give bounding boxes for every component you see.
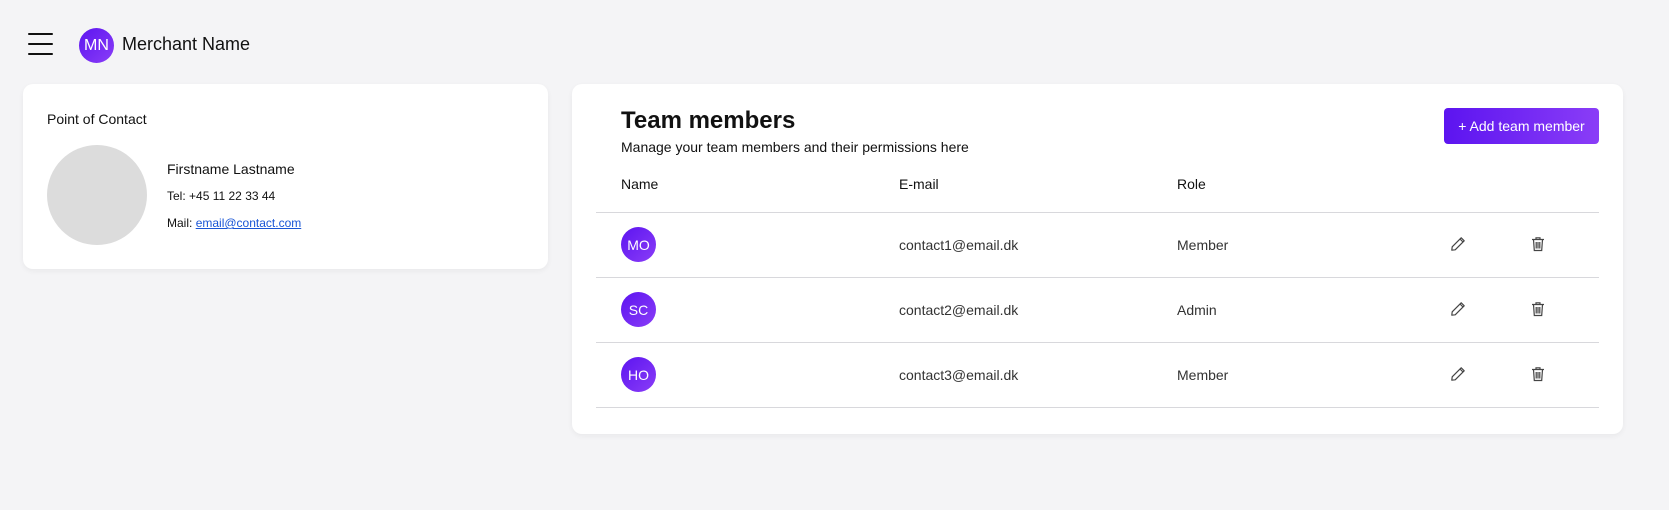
member-email: contact1@email.dk [899, 237, 1019, 253]
column-header-name: Name [621, 176, 659, 192]
contact-phone-label: Tel: [167, 189, 186, 203]
member-email: contact3@email.dk [899, 367, 1019, 383]
table-row: HO contact3@email.dk Member [596, 343, 1599, 407]
pencil-icon [1451, 302, 1465, 316]
member-avatar: SC [621, 292, 656, 327]
point-of-contact-card: Point of Contact Firstname Lastname Tel:… [23, 84, 548, 269]
edit-member-button[interactable] [1448, 234, 1468, 254]
pencil-icon [1451, 367, 1465, 381]
delete-member-button[interactable] [1528, 299, 1548, 319]
edit-member-button[interactable] [1448, 364, 1468, 384]
contact-phone: Tel: +45 11 22 33 44 [167, 189, 275, 203]
trash-icon [1532, 367, 1544, 382]
contact-mail-label: Mail: [167, 216, 193, 230]
contact-name: Firstname Lastname [167, 161, 295, 177]
add-team-member-button[interactable]: + Add team member [1444, 108, 1599, 144]
team-members-subtitle: Manage your team members and their permi… [621, 139, 969, 155]
team-members-title: Team members [621, 107, 796, 134]
pencil-icon [1451, 237, 1465, 251]
team-members-table: MO contact1@email.dk Member SC contact2@… [596, 212, 1599, 408]
table-row: MO contact1@email.dk Member [596, 213, 1599, 277]
hamburger-menu-icon[interactable] [28, 33, 53, 55]
delete-member-button[interactable] [1528, 364, 1548, 384]
table-divider [596, 407, 1599, 408]
member-avatar: MO [621, 227, 656, 262]
point-of-contact-title: Point of Contact [47, 111, 147, 127]
contact-mail-link[interactable]: email@contact.com [196, 216, 302, 230]
column-header-email: E-mail [899, 176, 939, 192]
delete-member-button[interactable] [1528, 234, 1548, 254]
member-role: Member [1177, 237, 1229, 253]
trash-icon [1532, 237, 1544, 252]
contact-phone-value: +45 11 22 33 44 [189, 189, 276, 203]
member-email: contact2@email.dk [899, 302, 1019, 318]
team-members-card: Team members Manage your team members an… [572, 84, 1623, 434]
merchant-avatar: MN [79, 28, 114, 63]
member-role: Admin [1177, 302, 1217, 318]
top-bar: MN Merchant Name [0, 0, 1669, 88]
contact-mail: Mail: email@contact.com [167, 216, 301, 230]
column-header-role: Role [1177, 176, 1206, 192]
member-avatar: HO [621, 357, 656, 392]
edit-member-button[interactable] [1448, 299, 1468, 319]
trash-icon [1532, 302, 1544, 317]
merchant-name: Merchant Name [122, 34, 251, 54]
member-role: Member [1177, 367, 1229, 383]
contact-photo-placeholder [47, 145, 147, 245]
table-row: SC contact2@email.dk Admin [596, 278, 1599, 342]
